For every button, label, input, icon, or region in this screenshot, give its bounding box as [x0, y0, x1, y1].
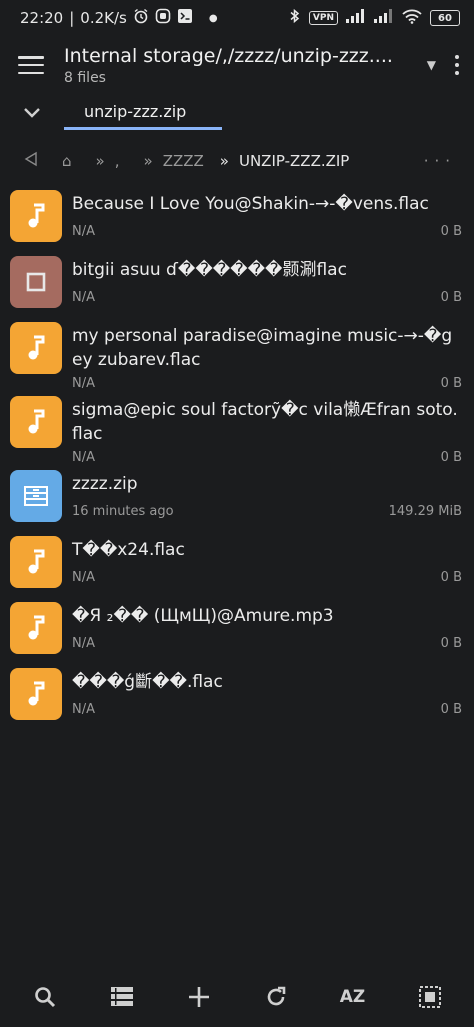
file-name: sigma@epic soul factorỹ�c vila懒Æfran sot… [72, 400, 458, 444]
file-name: Because I Love You@Shakin-→-�vens.flac [72, 194, 429, 214]
music-icon [10, 668, 62, 720]
dropdown-triangle-icon[interactable]: ▼ [427, 58, 436, 72]
network-speed: 0.2K/s [80, 9, 127, 27]
breadcrumb-overflow-icon[interactable]: ··· [424, 152, 456, 170]
breadcrumb-segment-comma[interactable]: , [115, 152, 120, 170]
path-title[interactable]: Internal storage/,/zzzz/unzip-zzz.... 8 … [64, 45, 421, 86]
file-size: 0 B [440, 570, 462, 585]
chevron-down-icon[interactable] [0, 94, 64, 123]
select-all-icon[interactable] [406, 973, 454, 1021]
music-icon [10, 190, 62, 242]
music-icon [10, 322, 62, 374]
file-date: N/A [72, 290, 95, 305]
breadcrumb-separator: » [95, 152, 105, 170]
file-size: 0 B [440, 290, 462, 305]
list-view-icon[interactable] [98, 973, 146, 1021]
terminal-icon [177, 8, 193, 28]
status-bar: 22:20 | 0.2K/s ● VPN 60 [0, 0, 474, 36]
file-icon [10, 256, 62, 308]
file-date: N/A [72, 450, 95, 465]
file-date: N/A [72, 570, 95, 585]
status-time: 22:20 [20, 9, 64, 27]
file-list: Because I Love You@Shakin-→-�vens.flac N… [0, 184, 474, 728]
app-bar: Internal storage/,/zzzz/unzip-zzz.... 8 … [0, 36, 474, 94]
list-item[interactable]: my personal paradise@imagine music-→-�ge… [0, 316, 474, 391]
refresh-icon[interactable] [252, 973, 300, 1021]
file-size: 0 B [440, 450, 462, 465]
file-date: N/A [72, 224, 95, 239]
list-item[interactable]: sigma@epic soul factorỹ�c vila懒Æfran sot… [0, 390, 474, 465]
list-item[interactable]: ���ǵ斷��.flac N/A 0 B [0, 662, 474, 728]
file-size: 149.29 MiB [388, 504, 462, 519]
hd-signal-icon [374, 9, 394, 27]
list-item[interactable]: �Я ₂�� (ЩмЩ)@Amure.mp3 N/A 0 B [0, 596, 474, 662]
breadcrumb-separator: » [143, 152, 153, 170]
file-name: my personal paradise@imagine music-→-�ge… [72, 326, 453, 370]
battery-icon: 60 [430, 10, 460, 26]
alarm-icon [133, 8, 149, 28]
breadcrumb-separator: » [219, 152, 229, 170]
music-icon [10, 536, 62, 588]
tab-bar: unzip-zzz.zip [0, 94, 474, 138]
file-size: 0 B [440, 376, 462, 391]
list-item[interactable]: T��x24.flac N/A 0 B [0, 530, 474, 596]
list-item[interactable]: bitgii asuu ɗ������颢涮flac N/A 0 B [0, 250, 474, 316]
file-date: N/A [72, 702, 95, 717]
current-path: Internal storage/,/zzzz/unzip-zzz.... [64, 44, 393, 67]
wifi-icon [402, 9, 422, 28]
file-date: 16 minutes ago [72, 504, 174, 519]
list-item[interactable]: Because I Love You@Shakin-→-�vens.flac N… [0, 184, 474, 250]
file-size: 0 B [440, 636, 462, 651]
bluetooth-icon [289, 8, 301, 28]
breadcrumb: ⌂ » , » ZZZZ » UNZIP-ZZZ.ZIP ··· [0, 138, 474, 184]
back-triangle-icon[interactable] [24, 151, 38, 171]
file-name: zzzz.zip [72, 474, 138, 494]
search-icon[interactable] [21, 973, 69, 1021]
menu-icon[interactable] [18, 56, 44, 74]
home-icon[interactable]: ⌂ [62, 152, 72, 170]
list-item[interactable]: zzzz.zip 16 minutes ago 149.29 MiB [0, 464, 474, 530]
signal-icon [346, 9, 366, 27]
breadcrumb-segment-zzzz[interactable]: ZZZZ [163, 152, 204, 170]
bottom-toolbar: AZ [0, 967, 474, 1027]
tab-unzip-zzz[interactable]: unzip-zzz.zip [64, 94, 222, 130]
file-size: 0 B [440, 702, 462, 717]
file-date: N/A [72, 636, 95, 651]
app-icon [155, 8, 171, 28]
file-size: 0 B [440, 224, 462, 239]
music-icon [10, 602, 62, 654]
file-name: �Я ₂�� (ЩмЩ)@Amure.mp3 [72, 606, 334, 626]
file-count: 8 files [64, 69, 106, 86]
music-icon [10, 396, 62, 448]
more-options-icon[interactable] [454, 55, 460, 75]
dot-icon: ● [208, 12, 218, 24]
vpn-icon: VPN [308, 11, 338, 25]
breadcrumb-segment-current[interactable]: UNZIP-ZZZ.ZIP [239, 152, 349, 170]
file-name: ���ǵ斷��.flac [72, 672, 223, 692]
sort-icon[interactable]: AZ [329, 973, 377, 1021]
file-name: T��x24.flac [72, 540, 185, 560]
file-name: bitgii asuu ɗ������颢涮flac [72, 260, 347, 280]
add-icon[interactable] [175, 973, 223, 1021]
archive-icon [10, 470, 62, 522]
file-date: N/A [72, 376, 95, 391]
